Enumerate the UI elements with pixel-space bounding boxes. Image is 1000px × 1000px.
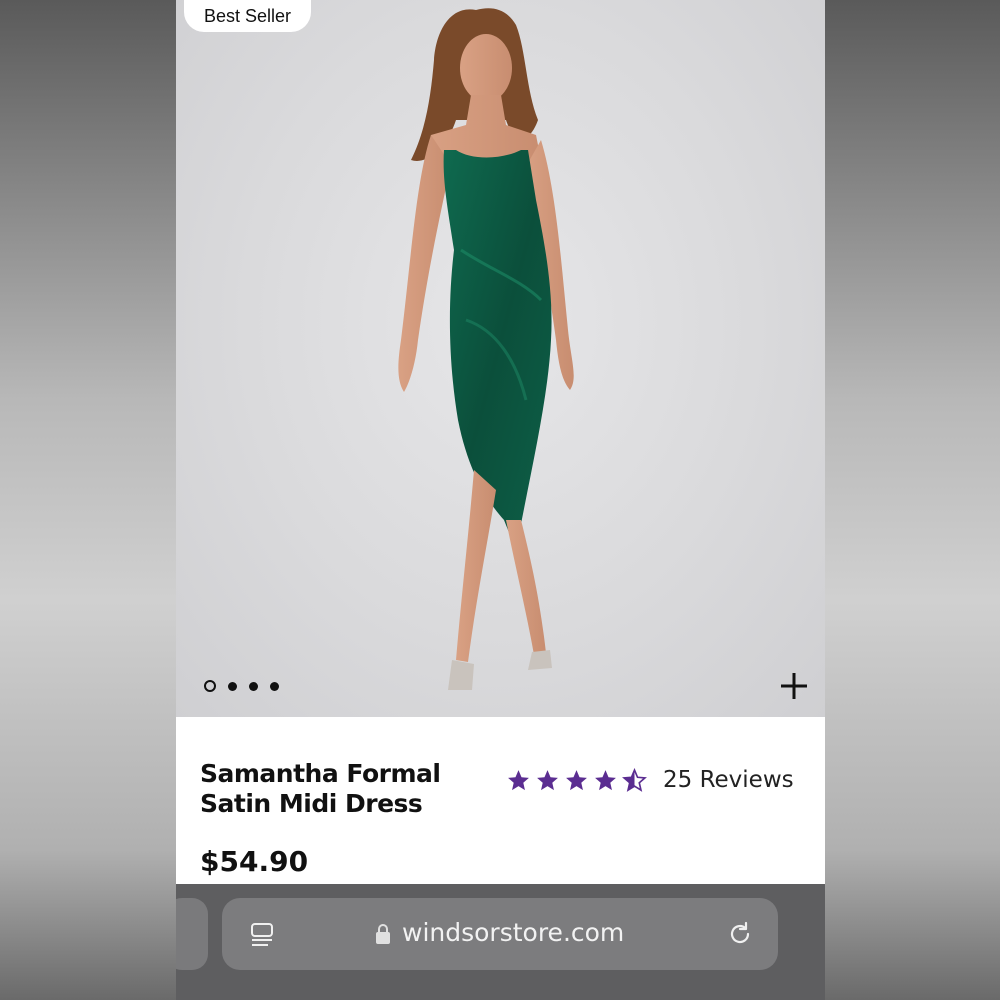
- product-info: Samantha Formal Satin Midi Dress 25 Revi…: [176, 717, 825, 884]
- left-background: [0, 0, 176, 1000]
- right-background: [824, 0, 1000, 1000]
- browser-toolbar: windsorstore.com: [176, 884, 825, 1000]
- plus-icon[interactable]: [779, 671, 809, 701]
- previous-tab-preview[interactable]: [176, 898, 208, 970]
- lock-icon: [376, 924, 390, 944]
- product-title-line1: Samantha Formal: [200, 759, 441, 788]
- star-half-icon: [622, 767, 647, 792]
- address-bar[interactable]: windsorstore.com: [222, 898, 778, 970]
- product-title-line2: Satin Midi Dress: [200, 789, 423, 818]
- product-title: Samantha Formal Satin Midi Dress: [200, 759, 490, 819]
- star-full-icon: [508, 769, 529, 790]
- star-full-icon: [595, 769, 616, 790]
- carousel-dot[interactable]: [270, 681, 279, 691]
- tabs-icon[interactable]: [248, 920, 276, 948]
- carousel-indicators: [204, 680, 279, 692]
- phone-screen: Best Seller Samantha Formal Satin Midi D…: [176, 0, 825, 1000]
- carousel-dot[interactable]: [249, 681, 258, 691]
- carousel-dot[interactable]: [228, 681, 237, 691]
- star-full-icon: [537, 769, 558, 790]
- product-price: $54.90: [200, 845, 309, 878]
- reload-icon[interactable]: [726, 920, 754, 948]
- review-count[interactable]: 25 Reviews: [663, 767, 794, 793]
- best-seller-badge: Best Seller: [184, 0, 312, 32]
- rating-stars: [506, 767, 647, 793]
- bottom-toolbar-peek: [176, 992, 825, 1000]
- url-text[interactable]: windsorstore.com: [402, 918, 624, 947]
- product-image-carousel[interactable]: Best Seller: [176, 0, 825, 717]
- product-photo: [398, 8, 574, 690]
- star-full-icon: [566, 769, 587, 790]
- carousel-dot-active[interactable]: [204, 680, 216, 692]
- product-rating[interactable]: 25 Reviews: [506, 767, 794, 793]
